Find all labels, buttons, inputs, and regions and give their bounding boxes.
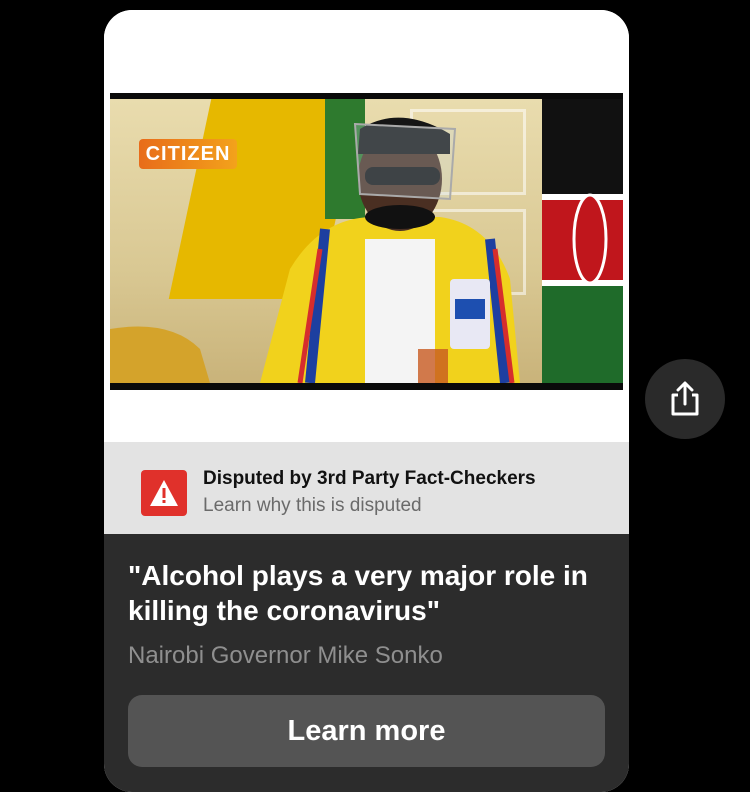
fact-check-title: Disputed by 3rd Party Fact-Checkers xyxy=(203,468,536,489)
media-area: CITIZEN xyxy=(104,10,629,442)
share-button[interactable] xyxy=(645,359,725,439)
video-thumbnail: CITIZEN xyxy=(110,99,623,383)
channel-logo: CITIZEN xyxy=(139,139,237,169)
channel-logo-text: CITIZEN xyxy=(145,142,231,165)
video-player[interactable]: CITIZEN xyxy=(110,93,623,390)
learn-more-button[interactable]: Learn more xyxy=(128,695,605,767)
quote-attribution: Nairobi Governor Mike Sonko xyxy=(128,642,443,669)
fact-check-banner[interactable]: Disputed by 3rd Party Fact-Checkers Lear… xyxy=(104,442,629,534)
warning-icon xyxy=(141,470,187,516)
post-quote: "Alcohol plays a very major role in kill… xyxy=(128,560,588,626)
fact-check-link[interactable]: Learn why this is disputed xyxy=(203,495,422,517)
story-card: CITIZEN Disputed by 3rd Party Fact-Check… xyxy=(104,10,629,792)
share-icon xyxy=(671,381,699,416)
info-panel: "Alcohol plays a very major role in kill… xyxy=(104,534,629,792)
